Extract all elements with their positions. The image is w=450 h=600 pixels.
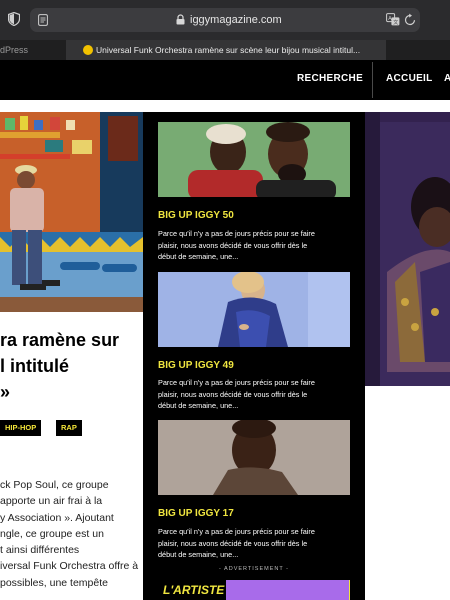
post-title[interactable]: BIG UP IGGY 49 — [158, 360, 234, 371]
excerpt-line: Parce qu'il n'y a pas de jours précis po… — [158, 229, 315, 238]
excerpt-line: début de semaine, une... — [158, 401, 239, 410]
lock-icon — [176, 14, 185, 25]
post-thumbnail[interactable] — [158, 420, 350, 495]
tab-bar-empty — [386, 40, 450, 60]
post-excerpt: Parce qu'il n'y a pas de jours précis po… — [158, 526, 353, 561]
body-line: iversal Funk Orchestra offre à — [0, 560, 139, 573]
ad-banner-accent — [349, 580, 350, 600]
body-line: t ainsi différentes — [0, 544, 80, 557]
body-line: possibles, une tempête — [0, 576, 108, 589]
right-feature-image[interactable] — [365, 112, 450, 386]
nav-next-link[interactable]: A — [444, 73, 450, 84]
site-nav: RECHERCHE ACCUEIL A — [0, 60, 450, 100]
advertisement-label: - ADVERTISEMENT - — [219, 566, 289, 572]
headline-line: l intitulé — [0, 356, 69, 376]
tab-active[interactable]: Universal Funk Orchestra ramène sur scèn… — [66, 40, 386, 60]
svg-text:文: 文 — [393, 19, 398, 26]
site-favicon-icon — [83, 45, 93, 55]
header-gap — [0, 100, 450, 112]
address-field[interactable]: iggymagazine.com A 文 — [30, 8, 420, 32]
excerpt-line: début de semaine, une... — [158, 252, 239, 261]
post-title[interactable]: BIG UP IGGY 50 — [158, 210, 234, 221]
reload-icon[interactable] — [404, 13, 416, 26]
ad-banner-right — [226, 580, 350, 600]
post-excerpt: Parce qu'il n'y a pas de jours précis po… — [158, 228, 353, 263]
tab-bar: dPress Universal Funk Orchestra ramène s… — [0, 40, 450, 60]
article-body: ck Pop Soul, ce groupe apporte un air fr… — [0, 477, 143, 591]
excerpt-line: plaisir, nous avons décidé de vous offri… — [158, 240, 308, 250]
tab-inactive[interactable]: dPress — [0, 40, 66, 60]
translate-icon[interactable]: A 文 — [386, 13, 400, 26]
browser-toolbar: iggymagazine.com A 文 — [0, 0, 450, 40]
ad-banner[interactable]: L'ARTISTE — [158, 580, 350, 600]
excerpt-line: plaisir, nous avons décidé de vous offri… — [158, 538, 308, 548]
svg-text:A: A — [388, 16, 392, 22]
article-hero-image[interactable] — [0, 112, 143, 312]
nav-divider — [372, 62, 373, 98]
excerpt-line: début de semaine, une... — [158, 550, 239, 559]
sidebar-posts: BIG UP IGGY 50 Parce qu'il n'y a pas de … — [143, 112, 365, 600]
tab-inactive-label: dPress — [0, 45, 29, 55]
body-line: apporte un air frai à la — [0, 495, 103, 508]
tag-hip-hop[interactable]: HIP-HOP — [0, 420, 42, 436]
featured-article: ra ramène sur l intitulé » HIP-HOP RAP c… — [0, 112, 143, 600]
excerpt-line: Parce qu'il n'y a pas de jours précis po… — [158, 527, 315, 536]
headline-line: » — [0, 382, 11, 402]
body-line: ck Pop Soul, ce groupe — [0, 479, 109, 491]
tag-rap[interactable]: RAP — [56, 420, 82, 436]
tab-active-label: Universal Funk Orchestra ramène sur scèn… — [96, 45, 361, 55]
article-headline[interactable]: ra ramène sur l intitulé » — [0, 327, 143, 405]
body-line: ngle, ce groupe est un — [0, 527, 104, 540]
ad-banner-left: L'ARTISTE — [158, 580, 226, 600]
shield-icon[interactable] — [8, 12, 20, 26]
excerpt-line: plaisir, nous avons décidé de vous offri… — [158, 389, 308, 399]
nav-search-link[interactable]: RECHERCHE — [297, 73, 363, 84]
post-thumbnail[interactable] — [158, 272, 350, 347]
body-line: y Association ». Ajoutant — [0, 511, 114, 524]
post-thumbnail[interactable] — [158, 122, 350, 197]
featured-image-right — [365, 112, 450, 600]
headline-line: ra ramène sur — [0, 330, 120, 350]
url-text: iggymagazine.com — [190, 14, 282, 26]
post-excerpt: Parce qu'il n'y a pas de jours précis po… — [158, 377, 353, 412]
excerpt-line: Parce qu'il n'y a pas de jours précis po… — [158, 378, 315, 387]
reader-icon[interactable] — [38, 14, 48, 26]
nav-home-link[interactable]: ACCUEIL — [386, 73, 433, 84]
post-title[interactable]: BIG UP IGGY 17 — [158, 508, 234, 519]
ad-banner-text: L'ARTISTE — [163, 583, 225, 597]
